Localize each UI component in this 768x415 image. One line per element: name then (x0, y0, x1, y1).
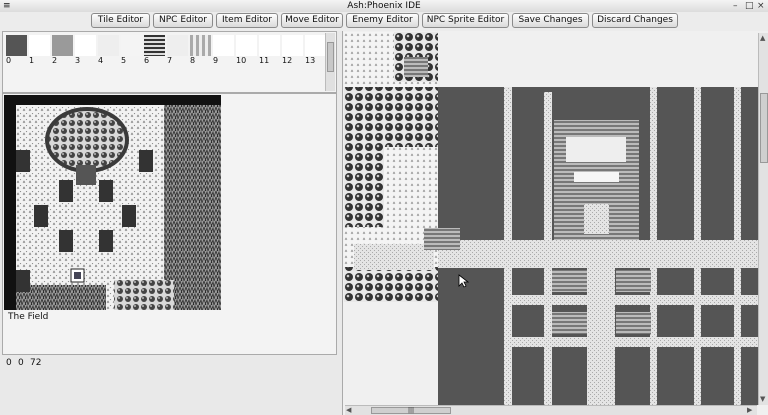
palette-tile-number: 12 (282, 56, 293, 65)
palette-tile[interactable] (6, 35, 27, 56)
palette-tile[interactable] (98, 35, 119, 56)
window-title: Ash:Phoenix IDE (347, 1, 421, 11)
palette-tile-number: 8 (190, 56, 196, 65)
palette-tile-number: 5 (121, 56, 127, 65)
scroll-right-icon[interactable]: ▶ (747, 406, 752, 414)
palette-tile-number: 3 (75, 56, 81, 65)
npc-sprite-editor-button[interactable]: NPC Sprite Editor (422, 13, 509, 28)
palette-scroll-thumb[interactable] (327, 42, 334, 72)
tile-palette: 0 1 2 3 4 5 6 7 8 9 10 11 12 13 (2, 31, 337, 93)
world-map-canvas[interactable] (344, 32, 758, 405)
palette-tile[interactable] (167, 35, 188, 56)
palette-tile[interactable] (52, 35, 73, 56)
world-vertical-scrollbar[interactable]: ▲ ▼ (758, 33, 768, 405)
enemy-editor-button[interactable]: Enemy Editor (346, 13, 419, 28)
palette-tile-number: 0 (6, 56, 12, 65)
minimize-icon[interactable]: – (733, 1, 738, 11)
world-horizontal-scrollbar[interactable]: ◀ ||| ▶ (345, 405, 757, 415)
move-editor-button[interactable]: Move Editor (281, 13, 343, 28)
scroll-left-icon[interactable]: ◀ (346, 406, 351, 414)
palette-tile-number: 2 (52, 56, 58, 65)
discard-changes-button[interactable]: Discard Changes (592, 13, 678, 28)
palette-tile-number: 9 (213, 56, 219, 65)
coord-x: 0 (6, 358, 12, 368)
palette-tile[interactable] (29, 35, 50, 56)
maximize-icon[interactable]: □ (745, 1, 754, 11)
world-vertical-thumb[interactable] (760, 93, 768, 163)
palette-tile-number: 4 (98, 56, 104, 65)
palette-tile[interactable] (305, 35, 326, 56)
world-map-panel: ▲ ▼ ◀ ||| ▶ (342, 31, 768, 415)
scroll-up-icon[interactable]: ▲ (760, 34, 765, 42)
palette-tile[interactable] (121, 35, 142, 56)
palette-tile[interactable] (259, 35, 280, 56)
palette-scrollbar[interactable] (325, 33, 335, 91)
palette-tile[interactable] (282, 35, 303, 56)
save-changes-button[interactable]: Save Changes (512, 13, 589, 28)
item-editor-button[interactable]: Item Editor (216, 13, 278, 28)
tile-editor-button[interactable]: Tile Editor (91, 13, 150, 28)
scroll-down-icon[interactable]: ▼ (760, 395, 765, 403)
npc-editor-button[interactable]: NPC Editor (153, 13, 213, 28)
map-name-label: The Field (8, 312, 49, 322)
palette-tile-number: 11 (259, 56, 270, 65)
palette-tile[interactable] (190, 35, 211, 56)
palette-tile-number: 6 (144, 56, 150, 65)
editor-toolbar: Tile Editor NPC Editor Item Editor Move … (0, 12, 768, 31)
map-view: The Field (2, 93, 337, 355)
palette-tile-number: 13 (305, 56, 316, 65)
palette-tile[interactable] (213, 35, 234, 56)
close-icon[interactable]: × (757, 1, 765, 11)
map-canvas[interactable] (4, 95, 221, 310)
palette-tile-number: 1 (29, 56, 35, 65)
palette-tile[interactable] (144, 35, 165, 56)
palette-tile-number: 7 (167, 56, 173, 65)
palette-tile-number: 10 (236, 56, 247, 65)
coord-y: 0 (18, 358, 24, 368)
palette-tile[interactable] (236, 35, 257, 56)
coord-z: 72 (30, 358, 42, 368)
palette-tile[interactable] (75, 35, 96, 56)
world-horizontal-thumb[interactable]: ||| (371, 407, 451, 414)
